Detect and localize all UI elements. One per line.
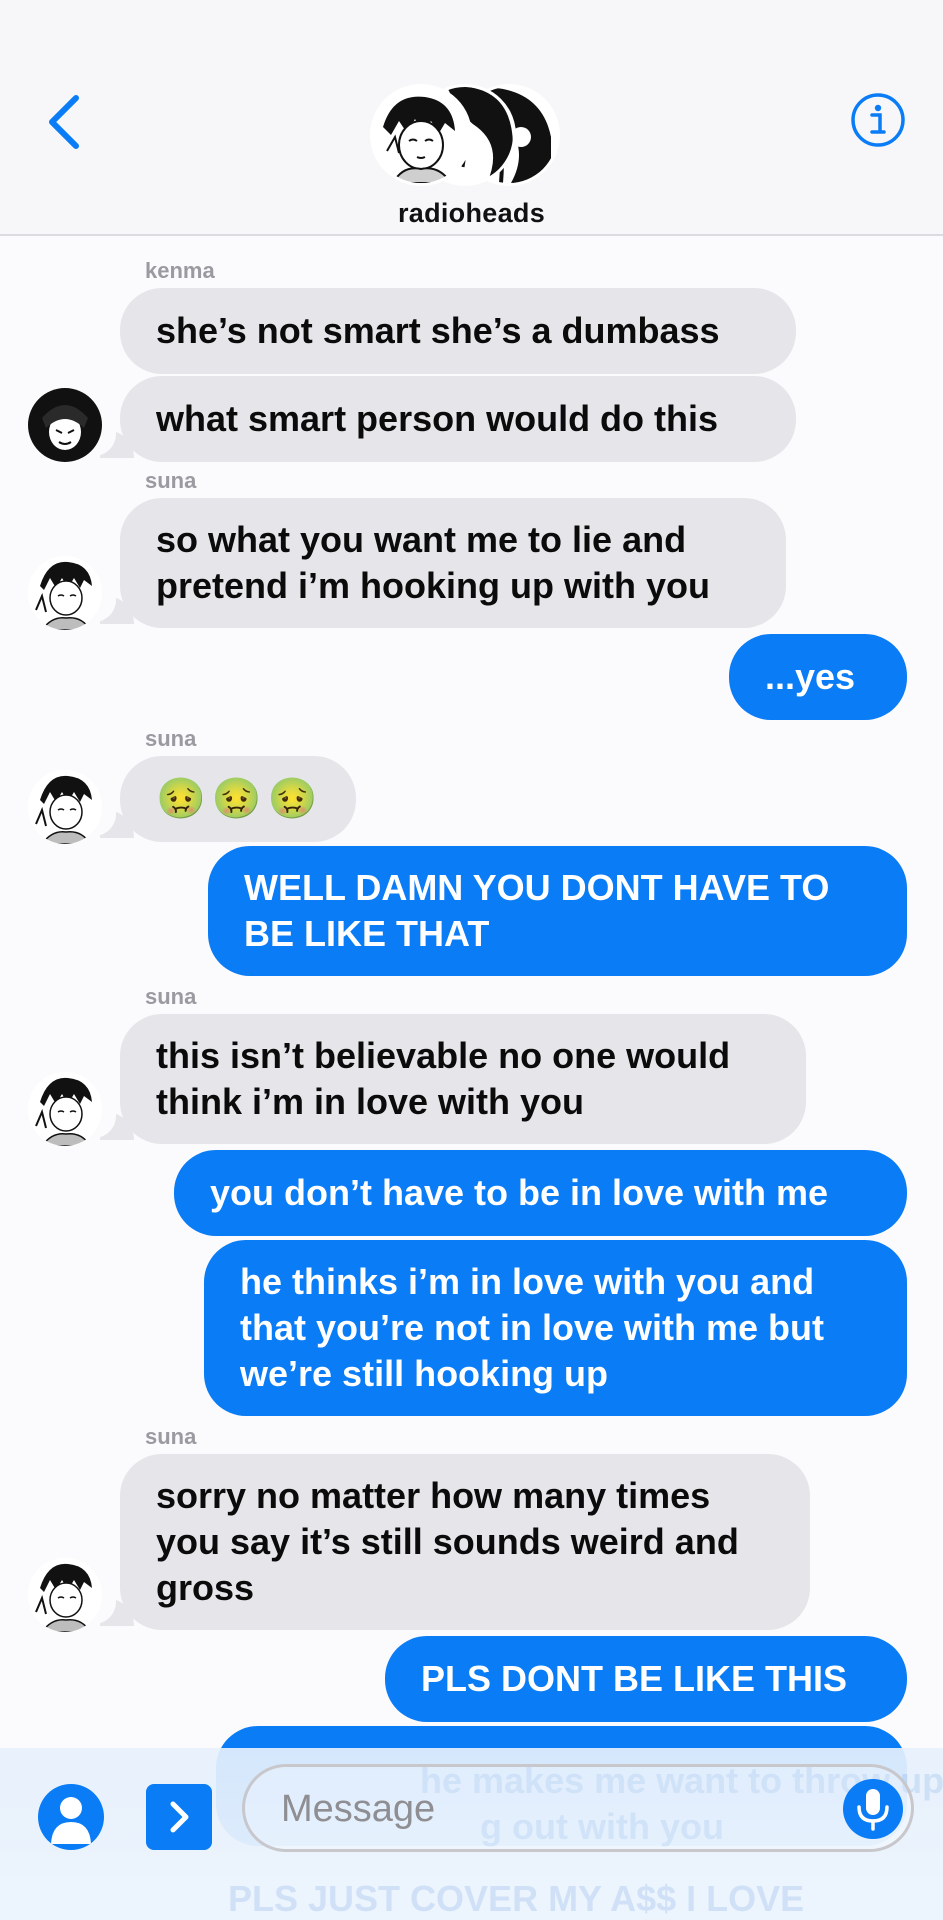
message-bubble-incoming[interactable]: sorry no matter how many times you say i… [120, 1454, 810, 1630]
message-text-line: sorry no matter how many times [156, 1475, 711, 1516]
message-bubble-outgoing[interactable]: PLS DONT BE LIKE THIS [385, 1636, 907, 1722]
group-name: radioheads [397, 198, 546, 228]
message-bubble-incoming[interactable]: so what you want me to lie and pretend i… [120, 498, 786, 628]
message-text-line: pretend i’m hooking up with you [156, 565, 710, 606]
contact-button[interactable] [38, 1784, 104, 1850]
message-bubble-outgoing[interactable]: you don’t have to be in love with me [174, 1150, 907, 1236]
emoji: 🤢 [156, 777, 212, 821]
message-input[interactable] [281, 1785, 801, 1833]
chevron-right-icon [170, 1801, 189, 1833]
message-text-line: you say it’s still sounds weird and [156, 1521, 739, 1562]
dictation-button[interactable] [843, 1779, 903, 1839]
message-bubble-incoming[interactable]: what smart person would do this [120, 376, 796, 462]
message-text: she’s not smart she’s a dumbass [156, 310, 720, 351]
sender-name: suna [145, 468, 197, 493]
avatar-suna[interactable] [28, 556, 102, 630]
message-text-line: BE LIKE THAT [244, 913, 490, 954]
message-bubble-outgoing[interactable]: he thinks i’m in love with you and that … [204, 1240, 907, 1416]
group-avatar-stack[interactable] [370, 84, 560, 186]
avatar-suna[interactable] [28, 770, 102, 844]
message-text-line: that you’re not in love with me but [240, 1307, 825, 1348]
sender-name: suna [145, 984, 197, 1009]
message-text-line: WELL DAMN YOU DONT HAVE TO [244, 867, 830, 908]
message-text-line: he thinks i’m in love with you and [240, 1261, 815, 1302]
message-text: you don’t have to be in love with me [210, 1172, 829, 1213]
message-text-line: so what you want me to lie and [156, 519, 687, 560]
message-text: PLS DONT BE LIKE THIS [421, 1658, 848, 1699]
message-text-line: we’re still hooking up [240, 1353, 609, 1394]
sender-name: kenma [145, 258, 215, 283]
emoji: 🤢 [211, 777, 268, 821]
expand-apps-button[interactable] [146, 1784, 212, 1850]
message-text-line: gross [156, 1567, 255, 1608]
conversation-header: radioheads [0, 0, 943, 236]
message-bubble-outgoing[interactable]: WELL DAMN YOU DONT HAVE TO BE LIKE THAT [208, 846, 907, 976]
avatar-kenma[interactable] [28, 388, 102, 462]
chevron-left-icon [49, 95, 79, 149]
message-field[interactable] [242, 1764, 914, 1852]
message-text: what smart person would do this [156, 398, 719, 439]
info-button[interactable] [850, 92, 906, 148]
back-button[interactable] [36, 86, 92, 158]
microphone-icon [857, 1789, 889, 1831]
avatar [370, 84, 472, 186]
message-bubble-outgoing[interactable]: ...yes [729, 634, 907, 720]
avatar-suna[interactable] [28, 1558, 102, 1632]
message-text: ...yes [765, 656, 856, 697]
person-icon [51, 1797, 91, 1844]
message-bubble-incoming[interactable]: 🤢 🤢 🤢 [120, 756, 356, 842]
message-bubble-incoming[interactable]: she’s not smart she’s a dumbass [120, 288, 796, 374]
avatar-suna[interactable] [28, 1072, 102, 1146]
message-bubble-incoming[interactable]: this isn’t believable no one would think… [120, 1014, 806, 1144]
message-text-line: think i’m in love with you [156, 1081, 585, 1122]
emoji: 🤢 [267, 777, 324, 821]
ghost-text: PLS JUST COVER MY A$$ I LOVE [228, 1878, 805, 1919]
message-text-line: this isn’t believable no one would [156, 1035, 731, 1076]
info-icon [851, 93, 905, 147]
sender-name: suna [145, 1424, 197, 1449]
sender-name: suna [145, 726, 197, 751]
